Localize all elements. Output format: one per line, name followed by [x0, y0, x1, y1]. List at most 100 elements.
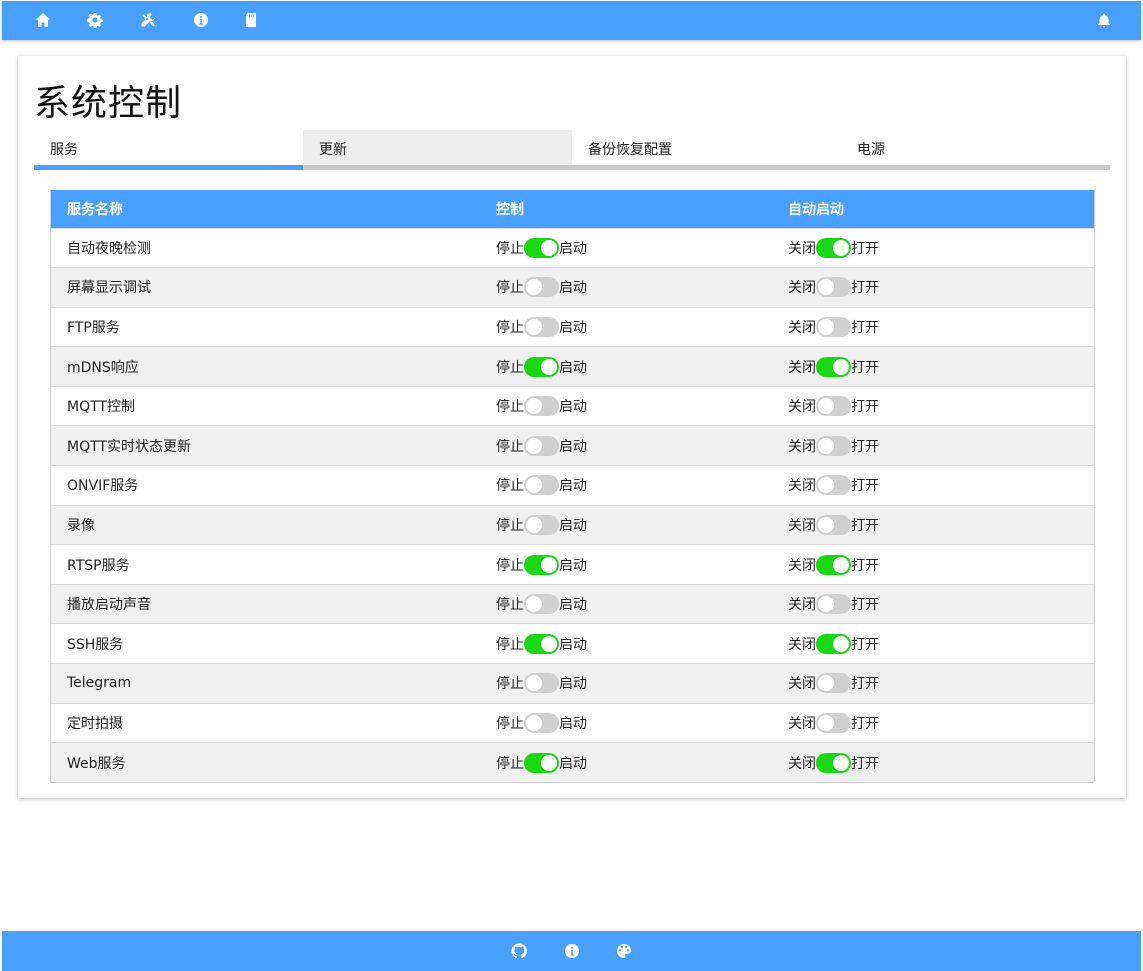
autostart-toggle[interactable] — [816, 752, 851, 773]
autostart-on-label: 打开 — [851, 597, 879, 614]
run-toggle[interactable] — [524, 554, 559, 575]
run-toggle[interactable] — [524, 396, 559, 417]
service-name: 屏幕显示调试 — [51, 267, 473, 308]
autostart-on-label: 打开 — [851, 478, 879, 495]
autostart-off-label: 关闭 — [788, 359, 816, 376]
autostart-toggle[interactable] — [816, 633, 851, 654]
toggle-knob — [526, 596, 542, 613]
run-on-label: 启动 — [559, 240, 587, 257]
run-off-label: 停止 — [496, 517, 524, 534]
run-control: 停止 启动 — [496, 475, 587, 496]
run-control: 停止 启动 — [496, 316, 587, 337]
table-row: RTSP服务 停止 启动 关闭 打开 — [51, 544, 1094, 585]
run-on-label: 启动 — [559, 319, 587, 336]
autostart-off-label: 关闭 — [788, 319, 816, 336]
autostart-toggle[interactable] — [816, 594, 851, 615]
run-toggle[interactable] — [524, 633, 559, 654]
run-on-label: 启动 — [559, 399, 587, 416]
autostart-off-label: 关闭 — [788, 715, 816, 732]
service-name: mDNS响应 — [51, 346, 473, 387]
autostart-toggle[interactable] — [816, 356, 851, 377]
run-toggle[interactable] — [524, 435, 559, 456]
run-toggle[interactable] — [524, 594, 559, 615]
run-off-label: 停止 — [496, 438, 524, 455]
service-name: 播放启动声音 — [51, 583, 473, 624]
palette-icon[interactable] — [616, 943, 632, 959]
autostart-toggle[interactable] — [816, 277, 851, 298]
service-name: ONVIF服务 — [51, 465, 473, 506]
autostart-control: 关闭 打开 — [788, 316, 879, 337]
autostart-toggle[interactable] — [816, 435, 851, 456]
table-row: Telegram 停止 启动 关闭 打开 — [51, 663, 1094, 704]
toggle-knob — [833, 239, 849, 256]
autostart-off-label: 关闭 — [788, 597, 816, 614]
service-name: 定时拍摄 — [51, 702, 473, 743]
toggle-knob — [833, 635, 849, 652]
run-control: 停止 启动 — [496, 752, 587, 773]
run-toggle[interactable] — [524, 277, 559, 298]
run-toggle[interactable] — [524, 356, 559, 377]
toggle-knob — [526, 516, 542, 533]
autostart-on-label: 打开 — [851, 715, 879, 732]
autostart-on-label: 打开 — [851, 438, 879, 455]
system-control-card: 系统控制 服务 更新 备份恢复配置 电源 服务名称 控制 自动启动 自动夜晚检测… — [18, 56, 1126, 798]
service-name: MQTT实时状态更新 — [51, 425, 473, 466]
autostart-off-label: 关闭 — [788, 240, 816, 257]
run-off-label: 停止 — [496, 597, 524, 614]
tab-backup-restore[interactable]: 备份恢复配置 — [572, 130, 841, 170]
info-icon[interactable] — [564, 943, 580, 959]
autostart-toggle[interactable] — [816, 396, 851, 417]
service-name: 录像 — [51, 504, 473, 545]
autostart-control: 关闭 打开 — [788, 277, 879, 298]
toggle-knob — [526, 675, 542, 692]
run-toggle[interactable] — [524, 316, 559, 337]
home-icon[interactable] — [34, 11, 52, 29]
github-icon[interactable] — [511, 943, 527, 959]
run-control: 停止 启动 — [496, 435, 587, 456]
page-title: 系统控制 — [34, 83, 183, 124]
autostart-toggle[interactable] — [816, 554, 851, 575]
table-row: 自动夜晚检测 停止 启动 关闭 打开 — [51, 227, 1094, 268]
run-control: 停止 启动 — [496, 237, 587, 258]
autostart-on-label: 打开 — [851, 280, 879, 297]
autostart-toggle[interactable] — [816, 475, 851, 496]
autostart-on-label: 打开 — [851, 359, 879, 376]
run-control: 停止 启动 — [496, 277, 587, 298]
toggle-knob — [541, 635, 557, 652]
bell-icon[interactable] — [1095, 11, 1113, 29]
tools-icon[interactable] — [139, 11, 157, 29]
toggle-knob — [818, 516, 834, 533]
table-row: 录像 停止 启动 关闭 打开 — [51, 504, 1094, 545]
run-on-label: 启动 — [559, 438, 587, 455]
autostart-control: 关闭 打开 — [788, 633, 879, 654]
gear-icon[interactable] — [86, 11, 104, 29]
run-control: 停止 启动 — [496, 514, 587, 535]
autostart-on-label: 打开 — [851, 676, 879, 693]
autostart-toggle[interactable] — [816, 712, 851, 733]
run-toggle[interactable] — [524, 712, 559, 733]
autostart-toggle[interactable] — [816, 316, 851, 337]
run-toggle[interactable] — [524, 237, 559, 258]
autostart-off-label: 关闭 — [788, 478, 816, 495]
service-name: Telegram — [51, 663, 473, 704]
run-toggle[interactable] — [524, 752, 559, 773]
autostart-toggle[interactable] — [816, 237, 851, 258]
info-icon[interactable] — [192, 11, 210, 29]
service-name: SSH服务 — [51, 623, 473, 664]
tab-power[interactable]: 电源 — [841, 130, 1110, 170]
sd-card-icon[interactable] — [242, 11, 260, 29]
toggle-knob — [526, 714, 542, 731]
run-toggle[interactable] — [524, 514, 559, 535]
run-toggle[interactable] — [524, 475, 559, 496]
run-toggle[interactable] — [524, 673, 559, 694]
autostart-on-label: 打开 — [851, 755, 879, 772]
toggle-knob — [818, 714, 834, 731]
autostart-toggle[interactable] — [816, 673, 851, 694]
autostart-control: 关闭 打开 — [788, 396, 879, 417]
run-on-label: 启动 — [559, 557, 587, 574]
toggle-knob — [526, 437, 542, 454]
autostart-toggle[interactable] — [816, 514, 851, 535]
autostart-off-label: 关闭 — [788, 636, 816, 653]
tab-services[interactable]: 服务 — [34, 130, 303, 170]
tab-update[interactable]: 更新 — [303, 130, 572, 170]
